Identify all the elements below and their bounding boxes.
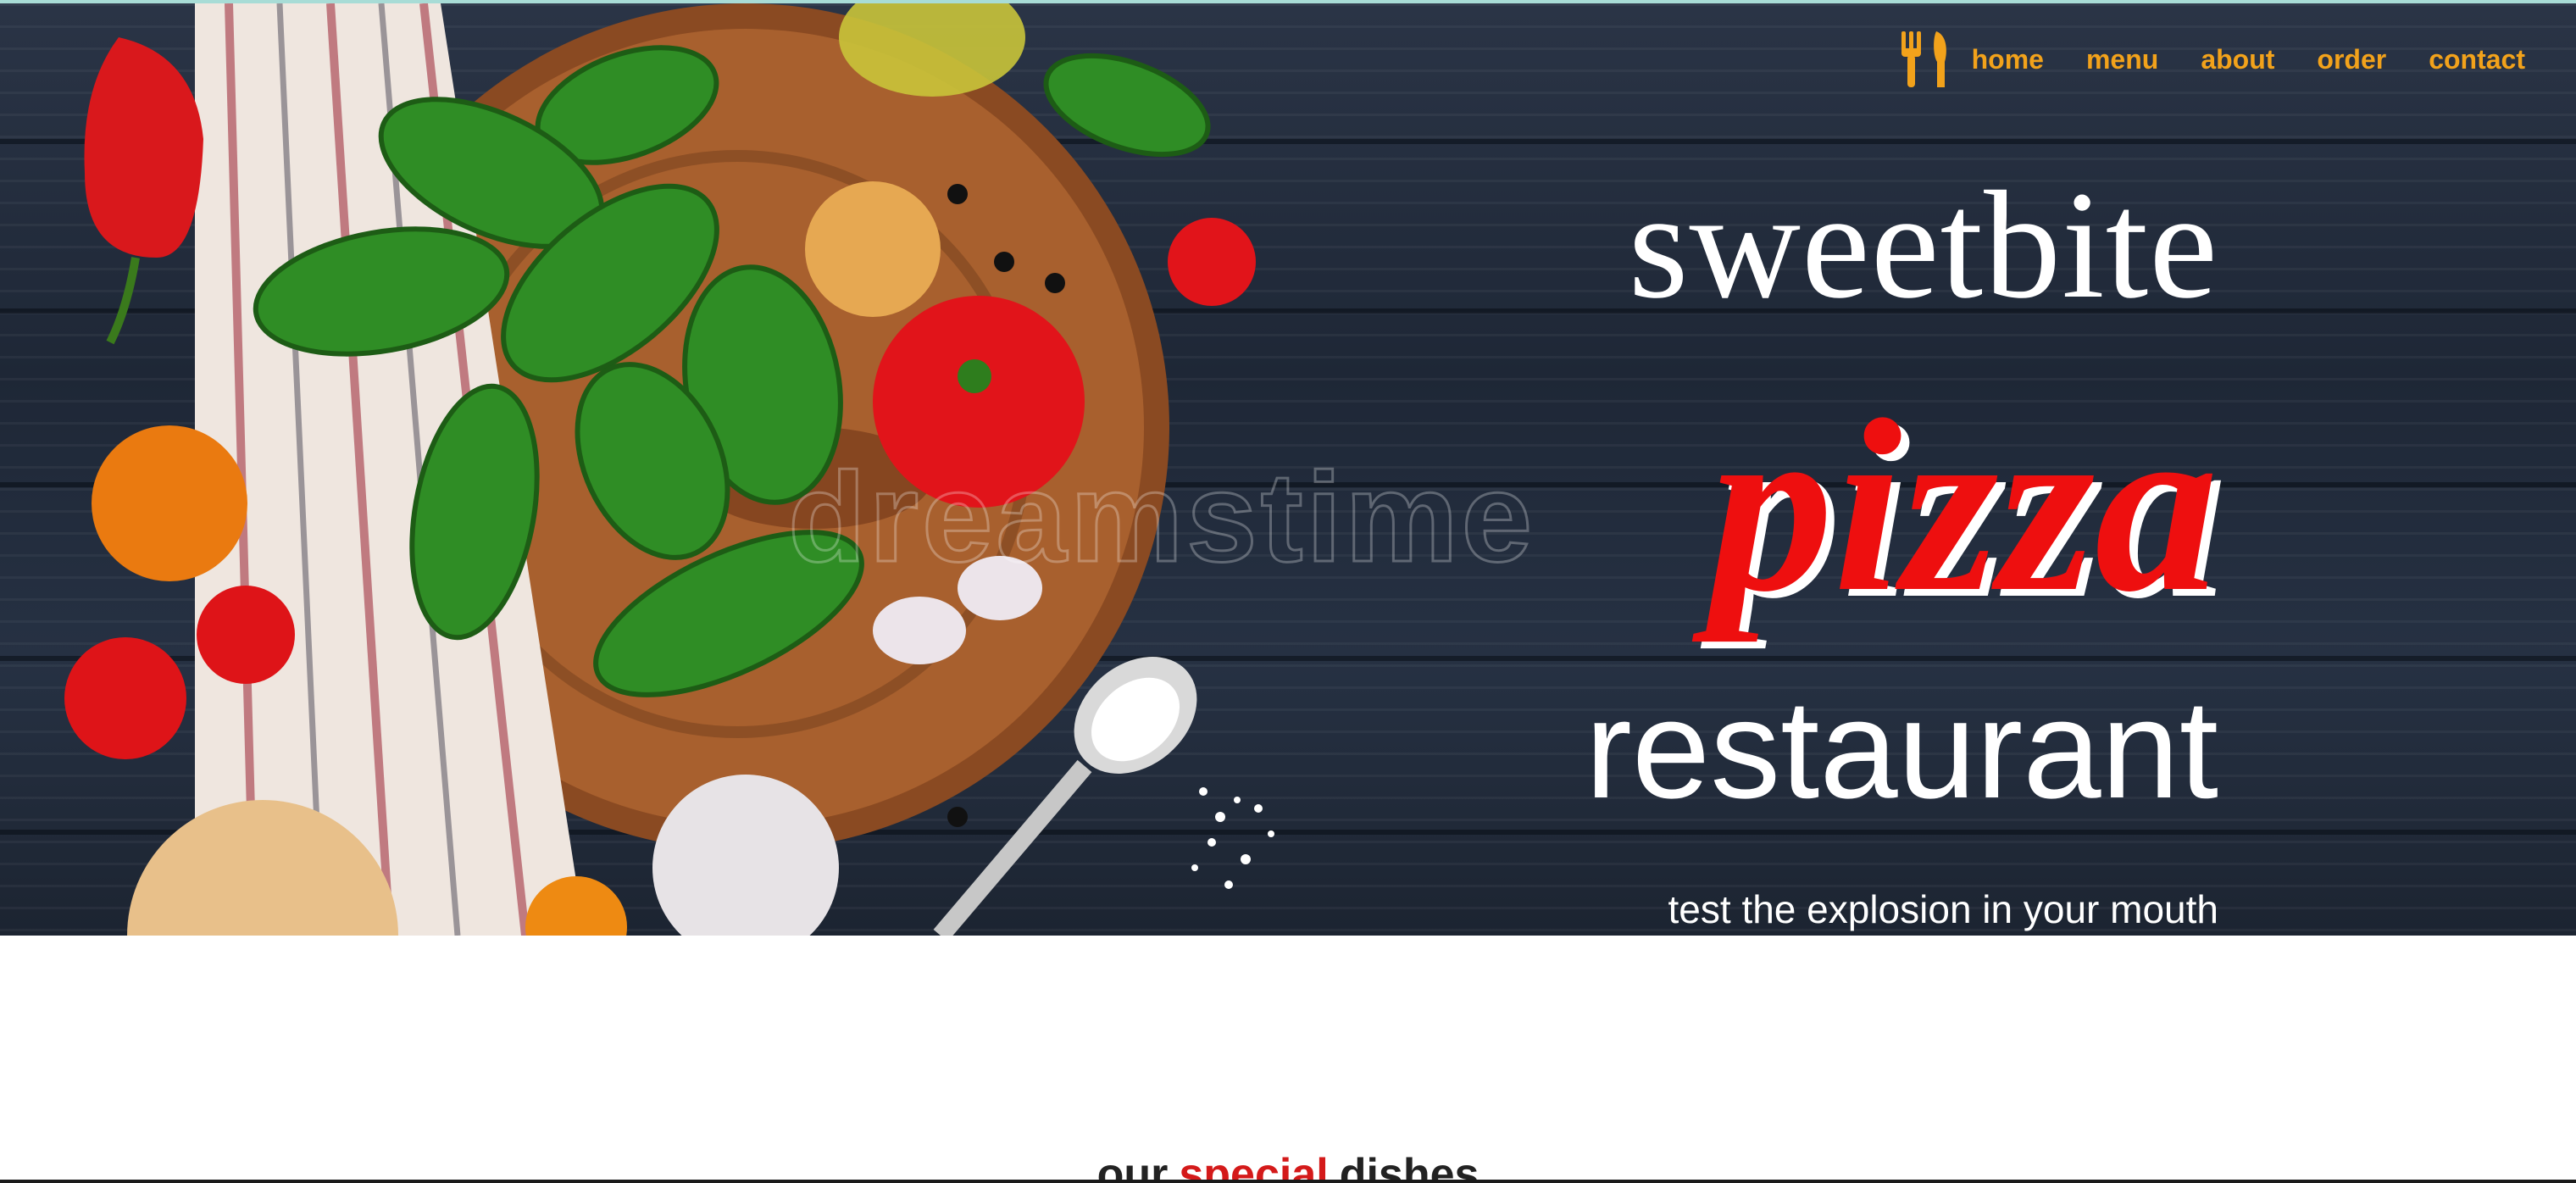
garlic-clove: [873, 597, 966, 664]
nav-link-home[interactable]: home: [1972, 44, 2044, 75]
hero-title-restaurant: restaurant: [1585, 671, 2218, 828]
bottom-border: [0, 1180, 2576, 1183]
nav-link-menu[interactable]: menu: [2086, 44, 2158, 75]
heading-word-our: our: [1096, 1150, 1169, 1183]
spoon: [933, 759, 1092, 936]
heading-word-dishes: dishes: [1339, 1150, 1480, 1183]
nav-link-order[interactable]: order: [2317, 44, 2386, 75]
nav-link-about[interactable]: about: [2201, 44, 2274, 75]
hero-banner: dreamstime home menu about order contact…: [0, 3, 2576, 936]
main-navigation: home menu about order contact: [1899, 19, 2525, 100]
section-heading-special-dishes: our special dishes: [0, 1152, 2576, 1183]
image-watermark: dreamstime: [786, 445, 1536, 590]
heading-word-special: special: [1179, 1150, 1329, 1183]
salt-crystals: [1191, 787, 1274, 889]
nav-link-contact[interactable]: contact: [2429, 44, 2525, 75]
fork-spoon-icon[interactable]: [1899, 31, 1950, 87]
hero-title-pizza: pizza: [1709, 369, 2218, 643]
chili-pepper: [84, 37, 203, 258]
hero-title-brand: sweetbite: [1628, 160, 2218, 330]
hero-tagline: test the explosion in your mouth: [1668, 887, 2218, 931]
